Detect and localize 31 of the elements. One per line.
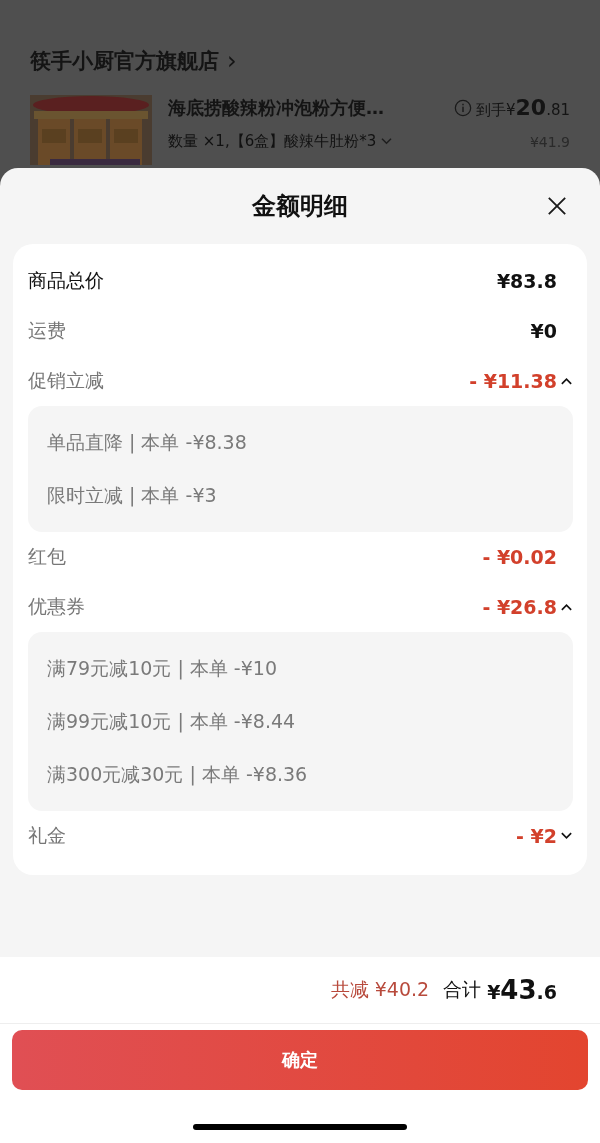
row-amount: ¥0 bbox=[530, 320, 557, 342]
product-title: 海底捞酸辣粉冲泡粉方便… bbox=[168, 95, 385, 120]
row-label: 促销立减 bbox=[28, 368, 105, 393]
chevron-up-icon[interactable] bbox=[560, 602, 573, 612]
row-label: 商品总价 bbox=[28, 268, 105, 293]
total-label: 合计 bbox=[443, 977, 482, 1002]
row-amount: - ¥2 bbox=[516, 825, 557, 847]
row-label: 红包 bbox=[28, 544, 67, 569]
sheet-title: 金额明细 bbox=[252, 191, 348, 222]
final-price: 到手¥20.81 bbox=[475, 95, 570, 120]
row-amount: - ¥11.38 bbox=[469, 370, 557, 392]
chevron-down-icon[interactable] bbox=[560, 831, 573, 841]
chevron-up-icon[interactable] bbox=[560, 376, 573, 386]
total-saved: 共减 ¥40.2 bbox=[330, 977, 430, 1002]
detail-line: 满99元减10元 | 本单 -¥8.44 bbox=[47, 708, 297, 735]
row-label: 礼金 bbox=[28, 823, 67, 848]
row-amount: - ¥0.02 bbox=[482, 546, 557, 568]
row-amount: - ¥26.8 bbox=[482, 596, 557, 618]
detail-line: 单品直降 | 本单 -¥8.38 bbox=[47, 429, 248, 456]
row-label: 运费 bbox=[28, 318, 67, 343]
product-spec[interactable]: 数量 ×1,【6盒】酸辣牛肚粉*3 bbox=[168, 132, 377, 151]
row-amount: ¥83.8 bbox=[496, 270, 557, 292]
row-label: 优惠券 bbox=[28, 594, 86, 619]
close-icon[interactable] bbox=[547, 196, 567, 216]
confirm-button[interactable]: 确定 bbox=[12, 1030, 588, 1090]
detail-line: 限时立减 | 本单 -¥3 bbox=[47, 482, 218, 509]
total-amount: ¥43.6 bbox=[487, 975, 557, 1005]
chevron-icon: › bbox=[227, 49, 237, 73]
detail-line: 满300元减30元 | 本单 -¥8.36 bbox=[47, 761, 309, 788]
store-name[interactable]: 筷手小厨官方旗舰店 bbox=[30, 47, 219, 75]
detail-line: 满79元减10元 | 本单 -¥10 bbox=[47, 655, 278, 682]
